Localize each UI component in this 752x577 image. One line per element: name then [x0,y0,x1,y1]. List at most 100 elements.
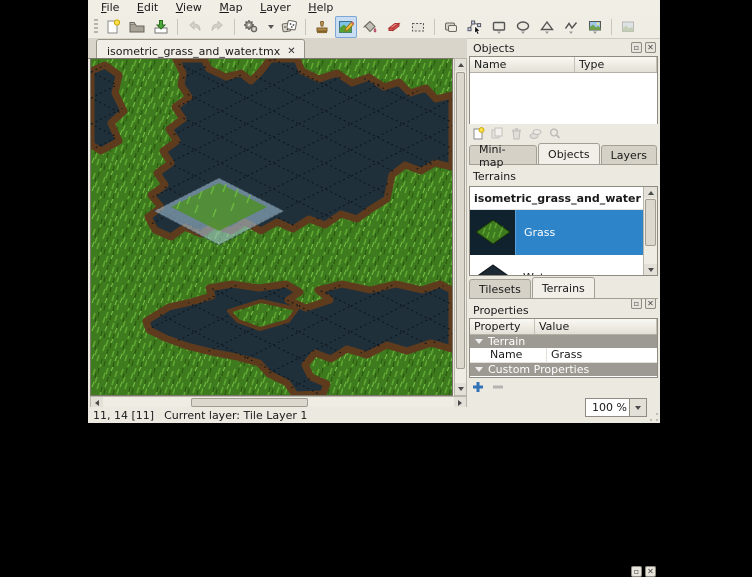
toolbar-separator [177,19,178,35]
select-objects-icon [443,19,459,35]
vertical-scroll-thumb[interactable] [456,72,465,369]
undo-button[interactable] [183,16,205,38]
horizontal-scroll-thumb[interactable] [191,398,308,407]
properties-toolbar [472,381,504,393]
terrain-item-water[interactable]: Water [470,255,644,275]
insert-ellipse-icon [515,19,531,35]
isometric-map [91,59,452,395]
new-map-button[interactable] [102,16,124,38]
zoom-value-field[interactable]: 100 % [585,398,630,417]
insert-ellipse-button[interactable] [512,16,534,38]
tiled-window: File Edit View Map Layer Help [88,0,660,423]
menu-map[interactable]: Map [212,0,249,16]
toolbar-separator [434,19,435,35]
property-group-custom[interactable]: Custom Properties [470,363,657,376]
insert-rectangle-icon [491,19,507,35]
add-property-icon[interactable] [472,381,484,393]
rect-select-icon [410,19,426,35]
insert-image-button[interactable] [617,16,639,38]
scroll-up-button[interactable] [455,59,466,71]
goto-object-icon[interactable] [547,126,562,141]
zoom-dropdown-button[interactable] [630,398,647,417]
random-mode-button[interactable] [278,16,300,38]
insert-tile-icon [587,19,603,35]
tab-terrains[interactable]: Terrains [532,277,595,298]
arrow-left-icon [95,400,99,406]
float-panel-icon[interactable]: ▫ [631,566,642,577]
tab-tilesets[interactable]: Tilesets [469,279,531,298]
menu-help[interactable]: Help [301,0,340,16]
canvas-vertical-scrollbar[interactable] [454,58,467,396]
tab-objects[interactable]: Objects [538,143,600,164]
edit-polygons-button[interactable] [464,16,486,38]
insert-polyline-icon [563,19,579,35]
terrain-name: Grass [516,210,555,255]
add-object-icon[interactable] [471,126,486,141]
bucket-fill-button[interactable] [359,16,381,38]
menu-layer[interactable]: Layer [253,0,298,16]
document-tab[interactable]: isometric_grass_and_water.tmx ✕ [96,39,305,60]
remove-property-icon[interactable] [492,381,504,393]
properties-table-header: Property Value [470,319,657,335]
select-objects-button[interactable] [440,16,462,38]
scroll-down-button[interactable] [644,264,657,275]
terrain-brush-button[interactable] [335,16,357,38]
close-panel-icon[interactable]: ✕ [645,566,656,577]
toolbar-separator [234,19,235,35]
remove-objects-icon[interactable] [509,126,524,141]
execute-command-button[interactable] [240,16,262,38]
document-tab-bar: isometric_grass_and_water.tmx ✕ [88,38,467,59]
scroll-down-button[interactable] [455,383,466,395]
tab-mini-map[interactable]: Mini-map [469,145,537,164]
tab-layers[interactable]: Layers [601,145,657,164]
column-header-name[interactable]: Name [470,57,575,72]
duplicate-objects-icon[interactable] [490,126,505,141]
column-header-value[interactable]: Value [535,319,657,334]
raise-objects-icon[interactable] [528,126,543,141]
properties-panel-title: Properties ▫ ✕ [469,302,658,318]
eraser-button[interactable] [383,16,405,38]
objects-table: Name Type [469,56,658,124]
eraser-icon [386,19,402,35]
menu-edit[interactable]: Edit [130,0,165,16]
toolbar [88,16,660,39]
menu-file[interactable]: File [94,0,126,16]
dock-tab-bar-1: Mini-map Objects Layers [469,144,658,165]
chevron-down-icon [268,25,274,29]
terrains-scroll-thumb[interactable] [645,199,656,246]
redo-button[interactable] [207,16,229,38]
property-group-terrain[interactable]: Terrain [470,335,657,348]
property-value[interactable]: Grass [546,348,657,362]
close-panel-icon[interactable]: ✕ [645,42,656,53]
gears-icon [243,19,259,35]
terrains-panel-title: Terrains ▫ ✕ [469,168,658,184]
rectangular-select-button[interactable] [407,16,429,38]
float-panel-icon[interactable]: ▫ [631,42,642,53]
window-resize-grip[interactable] [649,412,659,422]
tab-close-icon[interactable]: ✕ [287,46,295,57]
terrains-scrollbar[interactable] [643,187,657,275]
save-button[interactable] [150,16,172,38]
command-dropdown-button[interactable] [264,16,276,38]
arrow-down-icon [458,387,464,391]
property-row-name[interactable]: Name Grass [470,348,657,363]
insert-tile-button[interactable] [584,16,606,38]
grass-tile-thumbnail [470,210,516,255]
stamp-brush-button[interactable] [311,16,333,38]
map-canvas[interactable] [90,58,453,396]
open-button[interactable] [126,16,148,38]
tileset-group-header[interactable]: isometric_grass_and_water [470,187,644,210]
insert-polyline-button[interactable] [560,16,582,38]
scroll-up-button[interactable] [644,187,657,198]
insert-rectangle-button[interactable] [488,16,510,38]
status-bar: 11, 14 [11] Current layer: Tile Layer 1 [88,407,660,423]
column-header-property[interactable]: Property [470,319,535,334]
toolbar-handle[interactable] [94,19,98,35]
arrow-up-icon [458,63,464,67]
menu-view[interactable]: View [169,0,209,16]
terrain-item-grass[interactable]: Grass [470,210,644,255]
insert-polygon-button[interactable] [536,16,558,38]
property-name: Name [470,348,546,362]
objects-list-empty[interactable] [470,73,657,124]
column-header-type[interactable]: Type [575,57,657,72]
